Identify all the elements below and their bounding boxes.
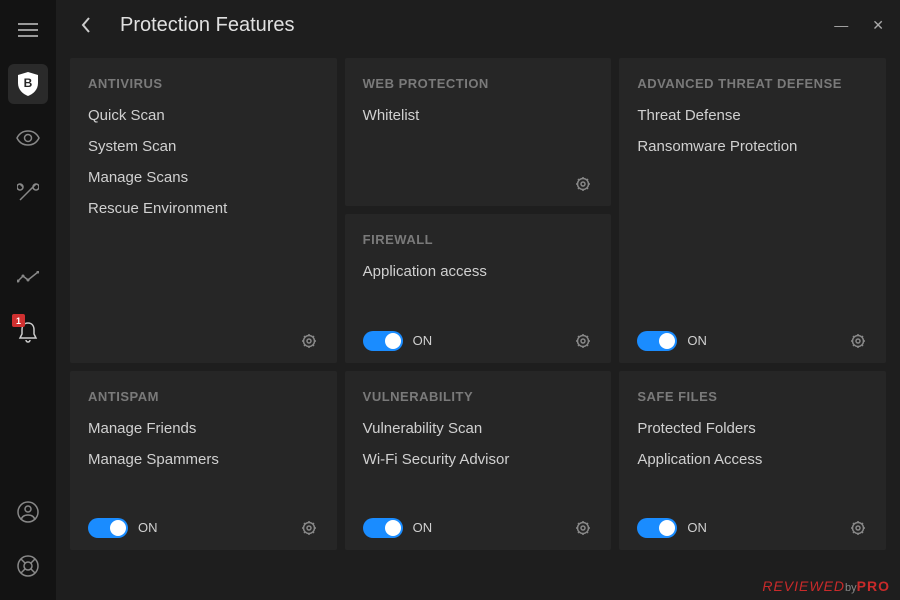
card-footer: ON xyxy=(363,510,594,538)
toggle-safe[interactable]: ON xyxy=(637,518,707,538)
card-advanced-threat: ADVANCED THREAT DEFENSE Threat Defense R… xyxy=(619,58,886,363)
item-manage-spammers[interactable]: Manage Spammers xyxy=(88,451,319,468)
card-items: Quick Scan System Scan Manage Scans Resc… xyxy=(88,107,319,309)
card-title: SAFE FILES xyxy=(637,389,868,404)
sidebar-activity[interactable] xyxy=(8,258,48,298)
eye-icon xyxy=(16,130,40,146)
item-protected-folders[interactable]: Protected Folders xyxy=(637,420,868,437)
item-rescue-env[interactable]: Rescue Environment xyxy=(88,200,319,217)
card-items: Threat Defense Ransomware Protection xyxy=(637,107,868,309)
app-root: B 1 Protection Features xyxy=(0,0,900,600)
card-safe-files: SAFE FILES Protected Folders Application… xyxy=(619,371,886,550)
settings-button[interactable] xyxy=(299,331,319,351)
sidebar-tools[interactable] xyxy=(8,172,48,212)
sidebar-privacy[interactable] xyxy=(8,118,48,158)
item-manage-scans[interactable]: Manage Scans xyxy=(88,169,319,186)
switch-on[interactable] xyxy=(363,331,403,351)
card-footer xyxy=(88,323,319,351)
item-threat-defense[interactable]: Threat Defense xyxy=(637,107,868,124)
card-web-protection: WEB PROTECTION Whitelist xyxy=(345,58,612,206)
switch-on[interactable] xyxy=(637,518,677,538)
item-quick-scan[interactable]: Quick Scan xyxy=(88,107,319,124)
toggle-threat[interactable]: ON xyxy=(637,331,707,351)
item-app-access[interactable]: Application access xyxy=(363,263,594,280)
shield-icon: B xyxy=(17,71,39,97)
toggle-label: ON xyxy=(138,520,158,535)
card-footer: ON xyxy=(637,323,868,351)
gear-icon xyxy=(575,333,591,349)
lifebuoy-icon xyxy=(17,555,39,577)
item-system-scan[interactable]: System Scan xyxy=(88,138,319,155)
sidebar-account[interactable] xyxy=(8,492,48,532)
back-button[interactable] xyxy=(72,11,100,39)
sidebar-notifications[interactable]: 1 xyxy=(8,312,48,352)
settings-button[interactable] xyxy=(573,174,593,194)
card-items: Application access xyxy=(363,263,594,308)
card-antispam: ANTISPAM Manage Friends Manage Spammers … xyxy=(70,371,337,550)
cards-grid: ANTIVIRUS Quick Scan System Scan Manage … xyxy=(56,50,900,600)
gear-icon xyxy=(301,333,317,349)
gear-icon xyxy=(301,520,317,536)
notification-badge: 1 xyxy=(12,314,25,327)
card-footer: ON xyxy=(88,510,319,538)
item-app-access-safe[interactable]: Application Access xyxy=(637,451,868,468)
gear-icon xyxy=(575,520,591,536)
card-title: ANTIVIRUS xyxy=(88,76,319,91)
sidebar: B 1 xyxy=(0,0,56,600)
card-footer: ON xyxy=(637,510,868,538)
item-wifi-advisor[interactable]: Wi-Fi Security Advisor xyxy=(363,451,594,468)
toggle-firewall[interactable]: ON xyxy=(363,331,433,351)
sidebar-support[interactable] xyxy=(8,546,48,586)
settings-button[interactable] xyxy=(848,331,868,351)
item-manage-friends[interactable]: Manage Friends xyxy=(88,420,319,437)
card-title: VULNERABILITY xyxy=(363,389,594,404)
item-vuln-scan[interactable]: Vulnerability Scan xyxy=(363,420,594,437)
card-title: ANTISPAM xyxy=(88,389,319,404)
main-panel: Protection Features — ✕ ANTIVIRUS Quick … xyxy=(56,0,900,600)
card-firewall: FIREWALL Application access ON xyxy=(345,214,612,362)
settings-button[interactable] xyxy=(573,518,593,538)
switch-on[interactable] xyxy=(88,518,128,538)
page-title: Protection Features xyxy=(120,14,295,37)
hamburger-button[interactable] xyxy=(8,10,48,50)
toggle-label: ON xyxy=(413,333,433,348)
minimize-button[interactable]: — xyxy=(834,17,848,34)
item-whitelist[interactable]: Whitelist xyxy=(363,107,594,124)
toggle-label: ON xyxy=(413,520,433,535)
sidebar-protection[interactable]: B xyxy=(8,64,48,104)
card-items: Manage Friends Manage Spammers xyxy=(88,420,319,496)
window-controls: — ✕ xyxy=(834,17,884,34)
card-items: Protected Folders Application Access xyxy=(637,420,868,496)
switch-on[interactable] xyxy=(363,518,403,538)
item-ransomware[interactable]: Ransomware Protection xyxy=(637,138,868,155)
switch-on[interactable] xyxy=(637,331,677,351)
user-icon xyxy=(17,501,39,523)
card-title: FIREWALL xyxy=(363,232,594,247)
card-items: Vulnerability Scan Wi-Fi Security Adviso… xyxy=(363,420,594,496)
card-title: ADVANCED THREAT DEFENSE xyxy=(637,76,868,91)
tools-icon xyxy=(17,181,39,203)
settings-button[interactable] xyxy=(573,331,593,351)
card-antivirus: ANTIVIRUS Quick Scan System Scan Manage … xyxy=(70,58,337,363)
activity-icon xyxy=(17,271,39,285)
card-vulnerability: VULNERABILITY Vulnerability Scan Wi-Fi S… xyxy=(345,371,612,550)
titlebar: Protection Features — ✕ xyxy=(56,0,900,50)
gear-icon xyxy=(850,333,866,349)
toggle-label: ON xyxy=(687,520,707,535)
card-footer xyxy=(363,166,594,194)
toggle-label: ON xyxy=(687,333,707,348)
gear-icon xyxy=(575,176,591,192)
toggle-antispam[interactable]: ON xyxy=(88,518,158,538)
toggle-vuln[interactable]: ON xyxy=(363,518,433,538)
close-button[interactable]: ✕ xyxy=(872,17,884,34)
card-items: Whitelist xyxy=(363,107,594,152)
settings-button[interactable] xyxy=(848,518,868,538)
chevron-left-icon xyxy=(81,17,91,33)
svg-text:B: B xyxy=(24,76,33,90)
card-footer: ON xyxy=(363,323,594,351)
card-title: WEB PROTECTION xyxy=(363,76,594,91)
settings-button[interactable] xyxy=(299,518,319,538)
gear-icon xyxy=(850,520,866,536)
hamburger-icon xyxy=(18,23,38,37)
